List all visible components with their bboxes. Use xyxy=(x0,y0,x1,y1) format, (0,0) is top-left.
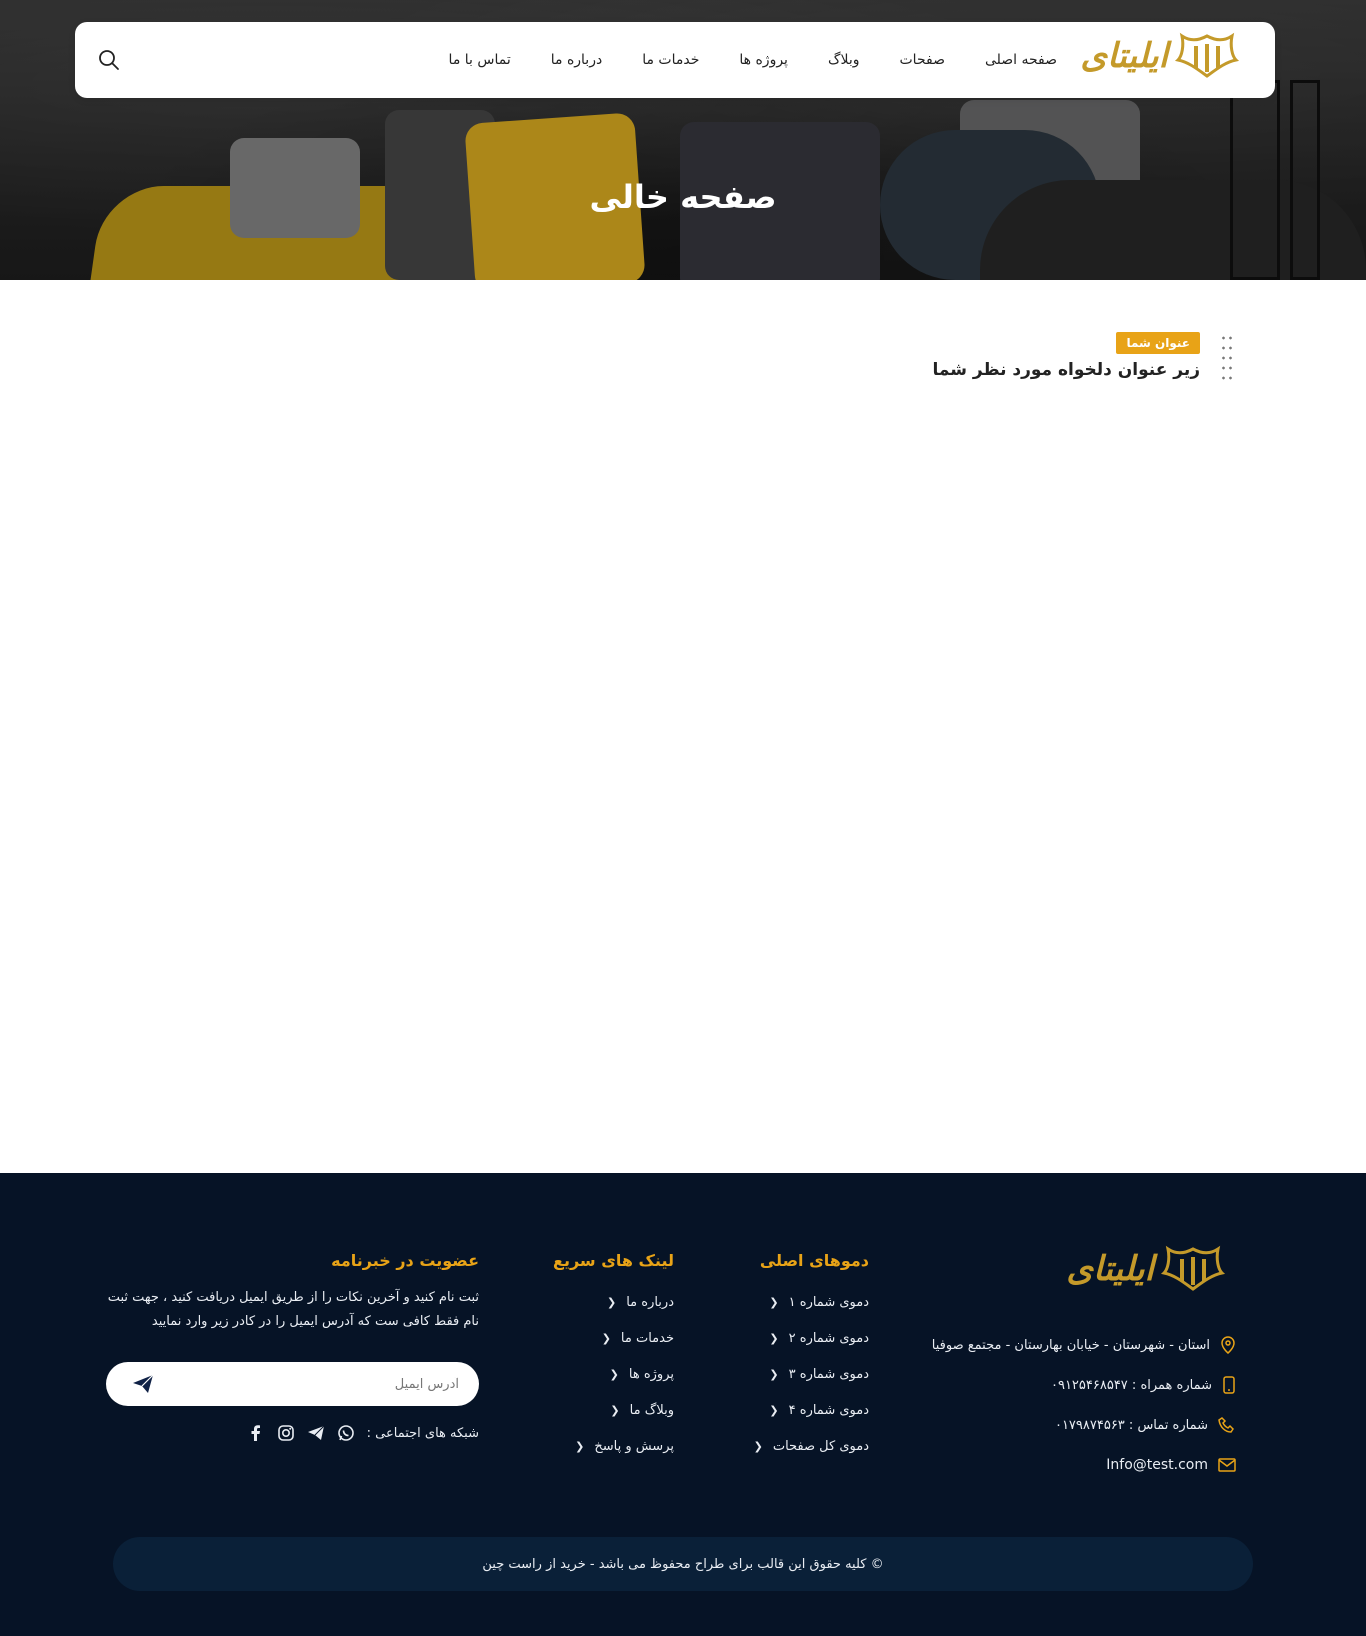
chevron-left-icon: ❮ xyxy=(575,1439,585,1453)
logo-emblem-icon xyxy=(1174,32,1240,78)
logo-wordmark: ایلیتای xyxy=(1066,1249,1154,1289)
telegram-icon[interactable] xyxy=(307,1424,325,1442)
facebook-icon[interactable] xyxy=(247,1424,265,1442)
top-navbar: ایلیتای صفحه اصلی صفحات وبلاگ پروژه ها خ… xyxy=(75,22,1275,98)
nav-services[interactable]: خدمات ما xyxy=(642,52,699,68)
demo-link[interactable]: ❮ دموی کل صفحات xyxy=(754,1428,869,1464)
chevron-left-icon: ❮ xyxy=(769,1295,779,1309)
chevron-left-icon: ❮ xyxy=(753,1439,763,1453)
send-icon[interactable] xyxy=(132,1374,154,1394)
nav-projects[interactable]: پروژه ها xyxy=(739,52,788,68)
quick-link[interactable]: ❮ پروژه ها xyxy=(553,1356,674,1392)
chevron-left-icon: ❮ xyxy=(769,1403,779,1417)
contact-info: استان - شهرستان - خیابان بهارستان - مجتم… xyxy=(932,1325,1236,1485)
section-heading: عنوان شما زیر عنوان دلخواه مورد نظر شما xyxy=(933,332,1200,380)
site-footer: ایلیتای استان - شهرستان - خیابان بهارستا… xyxy=(0,1173,1366,1636)
address-text: استان - شهرستان - خیابان بهارستان - مجتم… xyxy=(931,1337,1210,1353)
phone-icon xyxy=(1218,1417,1234,1433)
chevron-left-icon: ❮ xyxy=(769,1367,779,1381)
demos-list: ❮ دموی شماره ۱ ❮ دموی شماره ۲ ❮ دموی شماره … xyxy=(754,1284,869,1464)
newsletter-form xyxy=(106,1362,479,1406)
logo-wordmark: ایلیتای xyxy=(1080,36,1168,76)
contact-address: استان - شهرستان - خیابان بهارستان - مجتم… xyxy=(932,1325,1236,1365)
newsletter-heading: عضویت در خبرنامه xyxy=(331,1251,479,1270)
copyright-text: © کلیه حقوق این قالب برای طراح محفوظ می … xyxy=(482,1556,884,1572)
newsletter-text: ثبت نام کنید و آخرین نکات را از طریق ایم… xyxy=(107,1290,479,1329)
nav-pages[interactable]: صفحات xyxy=(900,52,945,68)
quick-link[interactable]: ❮ پرسش و پاسخ xyxy=(553,1428,674,1464)
decorative-dots xyxy=(1220,333,1234,385)
mobile-icon xyxy=(1223,1376,1235,1394)
site-logo[interactable]: ایلیتای xyxy=(1080,32,1240,80)
quick-link[interactable]: ❮ خدمات ما xyxy=(553,1320,674,1356)
logo-emblem-icon xyxy=(1160,1245,1226,1291)
link-label: دموی شماره ۱ xyxy=(788,1294,869,1310)
link-label: خدمات ما xyxy=(620,1330,674,1346)
footer-demos: دموهای اصلی ❮ دموی شماره ۱ ❮ دموی شماره ۲ … xyxy=(754,1251,869,1464)
contact-email[interactable]: Info@test.com xyxy=(932,1445,1236,1485)
quick-link[interactable]: ❮ درباره ما xyxy=(553,1284,674,1320)
chevron-left-icon: ❮ xyxy=(606,1295,617,1309)
link-label: دموی شماره ۴ xyxy=(788,1402,869,1418)
social-label: شبکه های اجتماعی : xyxy=(366,1425,479,1441)
contact-mobile: شماره همراه : ۰۹۱۲۵۴۶۸۵۴۷ xyxy=(932,1365,1236,1405)
link-label: دموی کل صفحات xyxy=(772,1438,869,1454)
social-links: شبکه های اجتماعی : xyxy=(106,1424,479,1442)
section-badge: عنوان شما xyxy=(1116,332,1200,354)
section-subtitle: زیر عنوان دلخواه مورد نظر شما xyxy=(932,360,1200,380)
demos-heading: دموهای اصلی xyxy=(759,1251,869,1270)
demo-link[interactable]: ❮ دموی شماره ۲ xyxy=(754,1320,869,1356)
footer-logo[interactable]: ایلیتای xyxy=(1066,1245,1226,1293)
chevron-left-icon: ❮ xyxy=(609,1367,619,1381)
link-label: درباره ما xyxy=(626,1294,674,1310)
search-icon[interactable] xyxy=(97,48,121,72)
link-label: وبلاگ ما xyxy=(629,1402,674,1418)
quick-links-heading: لینک های سریع xyxy=(553,1251,674,1270)
instagram-icon[interactable] xyxy=(277,1424,295,1442)
chevron-left-icon: ❮ xyxy=(601,1331,611,1345)
nav-contact[interactable]: تماس با ما xyxy=(449,52,511,68)
nav-blog[interactable]: وبلاگ xyxy=(828,52,860,68)
phone-text: شماره تماس : ۰۱۷۹۸۷۴۵۶۳ xyxy=(1054,1417,1208,1433)
quick-links-list: ❮ درباره ما ❮ خدمات ما ❮ پروژه ها ❮ وبلاگ ما… xyxy=(553,1284,674,1464)
demo-link[interactable]: ❮ دموی شماره ۴ xyxy=(754,1392,869,1428)
footer-quick-links: لینک های سریع ❮ درباره ما ❮ خدمات ما ❮ پروژ… xyxy=(553,1251,674,1464)
whatsapp-icon[interactable] xyxy=(337,1424,355,1442)
copyright-bar: © کلیه حقوق این قالب برای طراح محفوظ می … xyxy=(113,1537,1253,1591)
page-title: صفحه خالی xyxy=(589,178,777,216)
contact-phone: شماره تماس : ۰۱۷۹۸۷۴۵۶۳ xyxy=(932,1405,1236,1445)
chevron-left-icon: ❮ xyxy=(610,1403,620,1417)
main-menu: صفحه اصلی صفحات وبلاگ پروژه ها خدمات ما … xyxy=(449,22,1057,98)
link-label: پرسش و پاسخ xyxy=(594,1438,674,1454)
envelope-icon xyxy=(1218,1458,1236,1472)
demo-link[interactable]: ❮ دموی شماره ۳ xyxy=(754,1356,869,1392)
location-pin-icon xyxy=(1221,1336,1235,1354)
demo-link[interactable]: ❮ دموی شماره ۱ xyxy=(754,1284,869,1320)
link-label: دموی شماره ۲ xyxy=(788,1330,869,1346)
nav-about[interactable]: درباره ما xyxy=(551,52,602,68)
chevron-left-icon: ❮ xyxy=(769,1331,779,1345)
quick-link[interactable]: ❮ وبلاگ ما xyxy=(553,1392,674,1428)
link-label: دموی شماره ۳ xyxy=(788,1366,869,1382)
nav-home[interactable]: صفحه اصلی xyxy=(985,52,1057,68)
link-label: پروژه ها xyxy=(628,1366,674,1382)
mobile-text: شماره همراه : ۰۹۱۲۵۴۶۸۵۴۷ xyxy=(1050,1377,1212,1393)
email-text[interactable]: Info@test.com xyxy=(1106,1457,1208,1473)
footer-newsletter: عضویت در خبرنامه ثبت نام کنید و آخرین نک… xyxy=(106,1251,479,1442)
newsletter-email-input[interactable] xyxy=(179,1362,459,1406)
